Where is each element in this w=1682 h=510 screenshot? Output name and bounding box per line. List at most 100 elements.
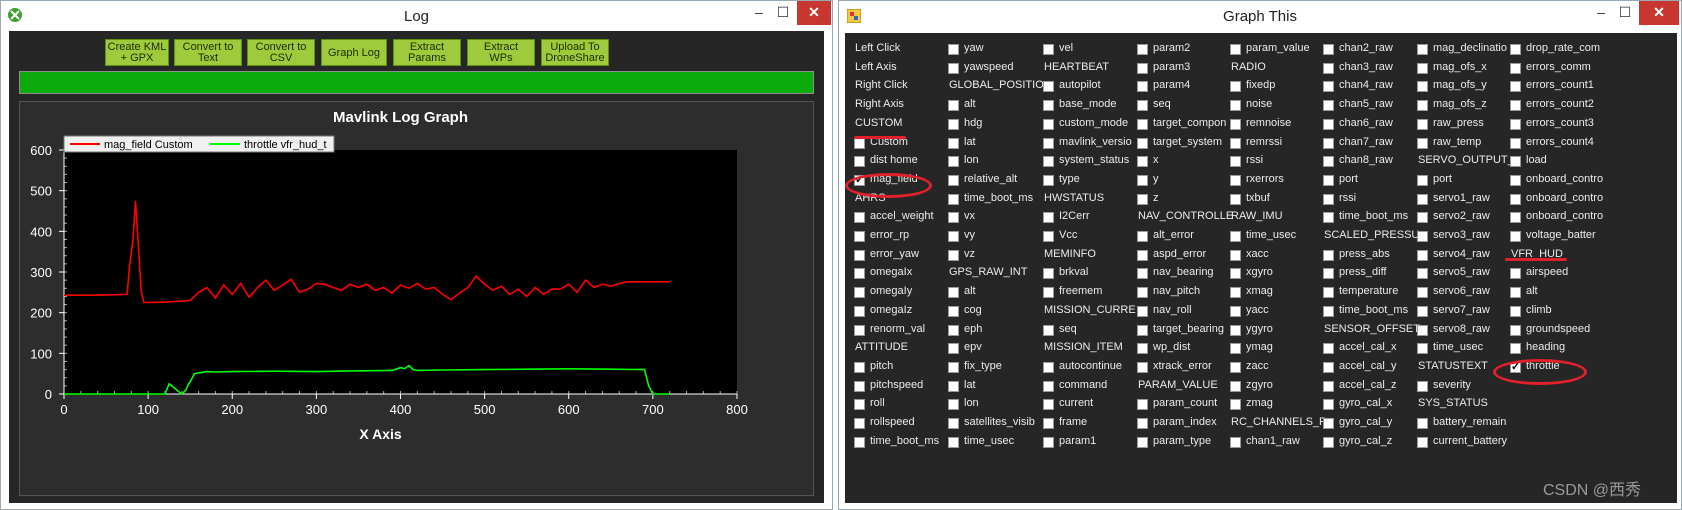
checkbox-base-mode[interactable] (1043, 100, 1054, 112)
checkbox-freemem[interactable] (1043, 287, 1054, 299)
checkbox-z[interactable] (1137, 193, 1148, 205)
checkbox-label-alt[interactable]: alt (964, 285, 976, 297)
checkbox-label-servo3-raw[interactable]: servo3_raw (1433, 229, 1490, 241)
checkbox-label-alt-error[interactable]: alt_error (1153, 229, 1194, 241)
checkbox-accel-cal-x[interactable] (1323, 343, 1334, 355)
checkbox-onboard-contro[interactable] (1510, 212, 1521, 224)
checkbox-pitch[interactable] (854, 361, 865, 373)
checkbox-cog[interactable] (948, 305, 959, 317)
checkbox-label-servo2-raw[interactable]: servo2_raw (1433, 210, 1490, 222)
checkbox-label-lat[interactable]: lat (964, 379, 976, 391)
checkbox-label-omegaix[interactable]: omegaIx (870, 266, 912, 278)
checkbox-ymag[interactable] (1230, 343, 1241, 355)
checkbox-rssi[interactable] (1323, 193, 1334, 205)
checkbox-label-port[interactable]: port (1433, 173, 1452, 185)
checkbox-mag-ofs-x[interactable] (1417, 62, 1428, 74)
checkbox-yacc[interactable] (1230, 305, 1241, 317)
checkbox-label-noise[interactable]: noise (1246, 98, 1272, 110)
checkbox-label-pitchspeed[interactable]: pitchspeed (870, 379, 923, 391)
checkbox-mag-ofs-z[interactable] (1417, 100, 1428, 112)
checkbox-label-fix-type[interactable]: fix_type (964, 360, 1002, 372)
checkbox-label-chan8-raw[interactable]: chan8_raw (1339, 154, 1393, 166)
checkbox-relative-alt[interactable] (948, 174, 959, 186)
checkbox-label-time-usec[interactable]: time_usec (1433, 341, 1483, 353)
checkbox-yawspeed[interactable] (948, 62, 959, 74)
checkbox-label-raw-press[interactable]: raw_press (1433, 117, 1484, 129)
checkbox-label-param4[interactable]: param4 (1153, 79, 1190, 91)
checkbox-label-xmag[interactable]: xmag (1246, 285, 1273, 297)
checkbox-label-errors-count2[interactable]: errors_count2 (1526, 98, 1594, 110)
checkbox-label-press-diff[interactable]: press_diff (1339, 266, 1387, 278)
checkbox-label-roll[interactable]: roll (870, 397, 885, 409)
checkbox-servo6-raw[interactable] (1417, 287, 1428, 299)
checkbox-label-chan3-raw[interactable]: chan3_raw (1339, 61, 1393, 73)
checkbox-target-system[interactable] (1137, 137, 1148, 149)
checkbox-label-target-system[interactable]: target_system (1153, 136, 1222, 148)
checkbox-label-onboard-contro[interactable]: onboard_contro (1526, 173, 1603, 185)
checkbox-label-vz[interactable]: vz (964, 248, 975, 260)
checkbox-onboard-contro[interactable] (1510, 193, 1521, 205)
checkbox-yaw[interactable] (948, 44, 959, 55)
checkbox-label-time-boot-ms[interactable]: time_boot_ms (1339, 304, 1408, 316)
checkbox-label-fixedp[interactable]: fixedp (1246, 79, 1275, 91)
checkbox-label-param-count[interactable]: param_count (1153, 397, 1217, 409)
checkbox-label-aspd-error[interactable]: aspd_error (1153, 248, 1206, 260)
checkbox-label-zmag[interactable]: zmag (1246, 397, 1273, 409)
checkbox-roll[interactable] (854, 399, 865, 411)
checkbox-gyro-cal-z[interactable] (1323, 436, 1334, 448)
checkbox-accel-cal-z[interactable] (1323, 380, 1334, 392)
checkbox-label-raw-temp[interactable]: raw_temp (1433, 136, 1481, 148)
checkbox-label-mag-ofs-y[interactable]: mag_ofs_y (1433, 79, 1487, 91)
checkbox-errors-count4[interactable] (1510, 137, 1521, 149)
checkbox-label-servo5-raw[interactable]: servo5_raw (1433, 266, 1490, 278)
checkbox-param-count[interactable] (1137, 399, 1148, 411)
checkbox-eph[interactable] (948, 324, 959, 336)
checkbox-label-lon[interactable]: lon (964, 154, 979, 166)
checkbox-label-xacc[interactable]: xacc (1246, 248, 1269, 260)
checkbox-label-servo1-raw[interactable]: servo1_raw (1433, 192, 1490, 204)
checkbox-label-yawspeed[interactable]: yawspeed (964, 61, 1014, 73)
checkbox-label-rssi[interactable]: rssi (1339, 192, 1356, 204)
checkbox-label-param-index[interactable]: param_index (1153, 416, 1217, 428)
checkbox-label-mag-ofs-z[interactable]: mag_ofs_z (1433, 98, 1487, 110)
checkbox-label-lon[interactable]: lon (964, 397, 979, 409)
checkbox-vcc[interactable] (1043, 231, 1054, 242)
checkbox-label-groundspeed[interactable]: groundspeed (1526, 323, 1590, 335)
checkbox-label-errors-comm[interactable]: errors_comm (1526, 61, 1591, 73)
checkbox-errors-comm[interactable] (1510, 62, 1521, 74)
graph-log-button[interactable]: Graph Log (321, 39, 387, 66)
checkbox-time-boot-ms[interactable] (1323, 305, 1334, 317)
checkbox-label-hdg[interactable]: hdg (964, 117, 982, 129)
checkbox-label-y[interactable]: y (1153, 173, 1159, 185)
checkbox-nav-pitch[interactable] (1137, 287, 1148, 299)
minimize-button[interactable]: – (747, 1, 771, 25)
checkbox-label-servo4-raw[interactable]: servo4_raw (1433, 248, 1490, 260)
checkbox-label-remrssi[interactable]: remrssi (1246, 136, 1282, 148)
checkbox-command[interactable] (1043, 380, 1054, 392)
checkbox-label-xgyro[interactable]: xgyro (1246, 266, 1273, 278)
checkbox-servo3-raw[interactable] (1417, 231, 1428, 242)
checkbox-label-climb[interactable]: climb (1526, 304, 1552, 316)
checkbox-lon[interactable] (948, 399, 959, 411)
checkbox-fix-type[interactable] (948, 361, 959, 373)
checkbox-severity[interactable] (1417, 380, 1428, 392)
checkbox-mavlink-versio[interactable] (1043, 137, 1054, 149)
checkbox-label-rollspeed[interactable]: rollspeed (870, 416, 915, 428)
checkbox-label-accel-cal-y[interactable]: accel_cal_y (1339, 360, 1396, 372)
checkbox-label-dist-home[interactable]: dist home (870, 154, 918, 166)
checkbox-autopilot[interactable] (1043, 81, 1054, 93)
checkbox-label-i2cerr[interactable]: I2Cerr (1059, 210, 1090, 222)
checkbox-label-chan2-raw[interactable]: chan2_raw (1339, 42, 1393, 54)
checkbox-press-diff[interactable] (1323, 268, 1334, 280)
checkbox-fixedp[interactable] (1230, 81, 1241, 93)
checkbox-label-temperature[interactable]: temperature (1339, 285, 1398, 297)
checkbox-label-relative-alt[interactable]: relative_alt (964, 173, 1017, 185)
checkbox-label-pitch[interactable]: pitch (870, 360, 893, 372)
checkbox-label-command[interactable]: command (1059, 379, 1107, 391)
checkbox-vx[interactable] (948, 212, 959, 224)
checkbox-param2[interactable] (1137, 44, 1148, 55)
checkbox-time-usec[interactable] (1417, 343, 1428, 355)
checkbox-label-time-usec[interactable]: time_usec (964, 435, 1014, 447)
checkbox-label-errors-count3[interactable]: errors_count3 (1526, 117, 1594, 129)
checkbox-param-value[interactable] (1230, 44, 1241, 55)
